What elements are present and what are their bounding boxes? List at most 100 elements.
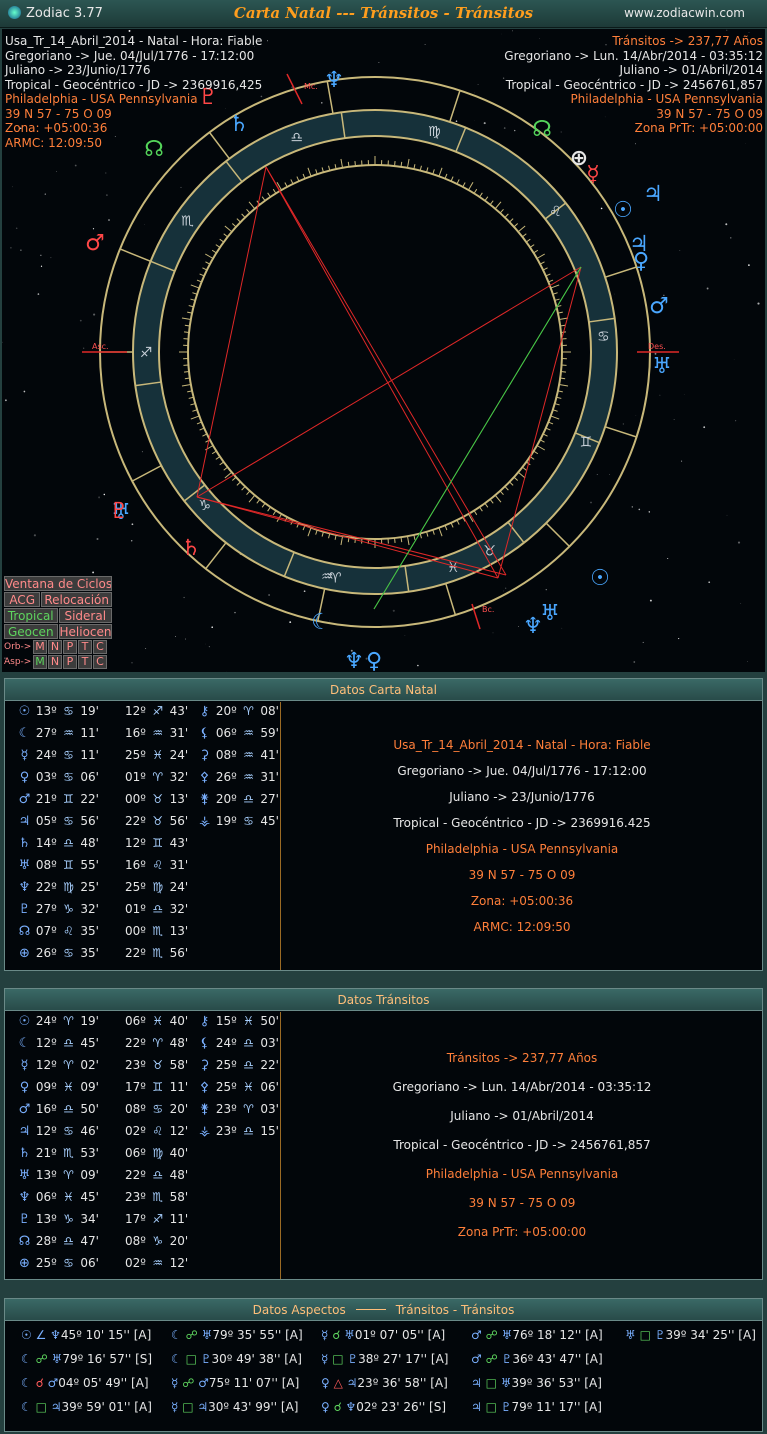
asp-toggle-n[interactable]: N [48,655,62,669]
site-link[interactable]: www.zodiacwin.com [624,6,745,20]
mercury-outer-icon: ☿ [586,162,600,187]
body-glyph-icon: ♂ [18,792,31,807]
star [108,219,110,221]
minute-text: 40' [165,1146,189,1160]
sign-glyph-icon: ♐ [152,704,164,718]
natal-place: Philadelphia - USA Pennsylvania [5,92,198,106]
aspect-body1-icon: ☾ [171,1328,182,1342]
minute-text: 48' [165,1168,189,1182]
asp-toggle-p[interactable]: P [63,655,77,669]
natal-info-block: Usa_Tr_14_Abril_2014 - Natal - Hora: Fia… [5,34,262,150]
transit_positions-houses-row: 06º ♍ 40' [125,1146,188,1168]
aspect-type-icon: □ [481,1376,501,1390]
relocacion-button[interactable]: Relocación [41,592,112,607]
transit-detail-zone: Zona PrTr: +05:00:00 [457,1225,587,1239]
acg-button[interactable]: ACG [4,592,41,607]
sign-glyph-icon: ♈ [63,1058,74,1072]
minute-text: 41' [256,748,279,762]
moon-bottom-icon: ☾ [311,610,331,635]
transit_positions-others-row: ⚳ 25º ♎ 22' [197,1058,279,1080]
star [37,293,40,295]
degree-text: 01º [125,770,150,784]
aspect-type-icon: ☍ [31,1352,52,1366]
minute-text: 56' [76,814,99,828]
degree-tick [184,324,190,327]
star [477,83,479,86]
sign-glyph-icon: ♋ [152,1102,164,1116]
minute-text: 32' [165,902,189,916]
zodiac-sign-icon: ♉ [483,543,496,559]
star [492,632,494,634]
minute-text: 03' [256,1036,279,1050]
body-glyph-icon: ♆ [18,1190,31,1205]
minute-text: 50' [76,1102,99,1116]
chart-wheel-panel[interactable]: ♈ ♉ ♊ ♋ ♌ ♍ ♎ ♏ ♐ ♑ ♒ ♓ Asc. Des. Mc. Bc. ♆ ♄ ☊ ♇ ☊ ⊕ ☿ ♃ ☉ ♃ ♀ ♂ ♅ ☉… [2,29,765,672]
star [105,172,107,174]
degree-text: 16º [32,1102,61,1116]
sideral-button[interactable]: Sideral [58,608,112,623]
zodiac-sign-icon: ♐ [140,345,153,361]
tropical-button[interactable]: Tropical [4,608,58,623]
aspect-entry: ☾ ☌ ♂04º 05' 49'' [A] [21,1376,149,1390]
sign-glyph-icon: ♉ [152,814,164,828]
sign-glyph-icon: ♒ [63,726,74,740]
minute-text: 48' [76,836,99,850]
orb-toggle-n[interactable]: N [48,640,62,654]
minute-text: 06' [76,770,99,784]
body-glyph-icon: ⚵ [199,792,210,807]
minute-text: 56' [165,814,189,828]
heliocen-button[interactable]: Heliocen [58,624,112,639]
aspect-body2-icon: ♇ [347,1352,359,1366]
sign-glyph-icon: ♍ [152,1146,164,1160]
sign-glyph-icon: ♊ [152,836,164,850]
natal-detail-gregorian: Gregoriano -> Jue. 04/Jul/1776 - 17:12:0… [397,764,647,778]
orb-toggle-m[interactable]: M [33,640,47,654]
aspect-value: 39º 34' 25'' [A] [665,1328,756,1342]
sign-glyph-icon: ♏ [152,1190,164,1204]
geocen-button[interactable]: Geocen [4,624,58,639]
star [128,29,131,32]
star [103,493,106,496]
minute-text: 25' [76,880,99,894]
minute-text: 13' [165,792,189,806]
orb-toggle-p[interactable]: P [63,640,77,654]
star [748,32,750,33]
title-bar: Zodiac 3.77 Carta Natal --- Tránsitos - … [0,0,767,28]
aspect-entry: ♀ ☌ ♆02º 23' 26'' [S] [321,1400,446,1414]
asp-toggle-t[interactable]: T [78,655,92,669]
transit-place: Philadelphia - USA Pennsylvania [570,92,763,106]
aspect-body1-icon: ☉ [21,1328,32,1342]
aspects-subtitle: Tránsitos - Tránsitos [395,1303,515,1317]
asp-toggle-c[interactable]: C [93,655,107,669]
minute-text: 32' [165,770,189,784]
star [289,621,292,623]
degree-text: 25º [125,880,150,894]
aspect-body2-icon: ♇ [501,1352,513,1366]
degree-text: 00º [125,924,150,938]
aspect-body1-icon: ☾ [171,1352,182,1366]
transit_positions-planets-row: ☊ 28º ♎ 47' [17,1234,99,1256]
zodiac-sign-icon: ♒ [321,569,334,585]
star [50,257,52,259]
ventana-ciclos-button[interactable]: Ventana de Ciclos [4,576,112,591]
natal_positions-others-row: ⚸ 06º ♒ 59' [197,726,279,748]
degree-text: 13º [32,1212,61,1226]
sign-glyph-icon: ♎ [152,902,164,916]
sign-glyph-icon: ♋ [63,946,74,960]
star [234,611,236,614]
transit-info-block: Tránsitos -> 237,77 Años Gregoriano -> L… [504,34,763,136]
house-cusp-outer [449,90,461,123]
degree-text: 06º [125,1014,150,1028]
orb-toggle-c[interactable]: C [93,640,107,654]
star [83,347,85,349]
degree-tick [354,160,356,167]
asp-toggle-m[interactable]: M [33,655,47,669]
transit-detail-years: Tránsitos -> 237,77 Años [446,1051,598,1065]
minute-text: 13' [165,924,189,938]
body-glyph-icon: ☿ [20,1058,29,1073]
minute-text: 58' [165,1058,189,1072]
degree-tick [400,161,403,167]
orb-toggle-t[interactable]: T [78,640,92,654]
aspect-body1-icon: ♅ [625,1328,636,1342]
minute-text: 09' [76,1168,99,1182]
